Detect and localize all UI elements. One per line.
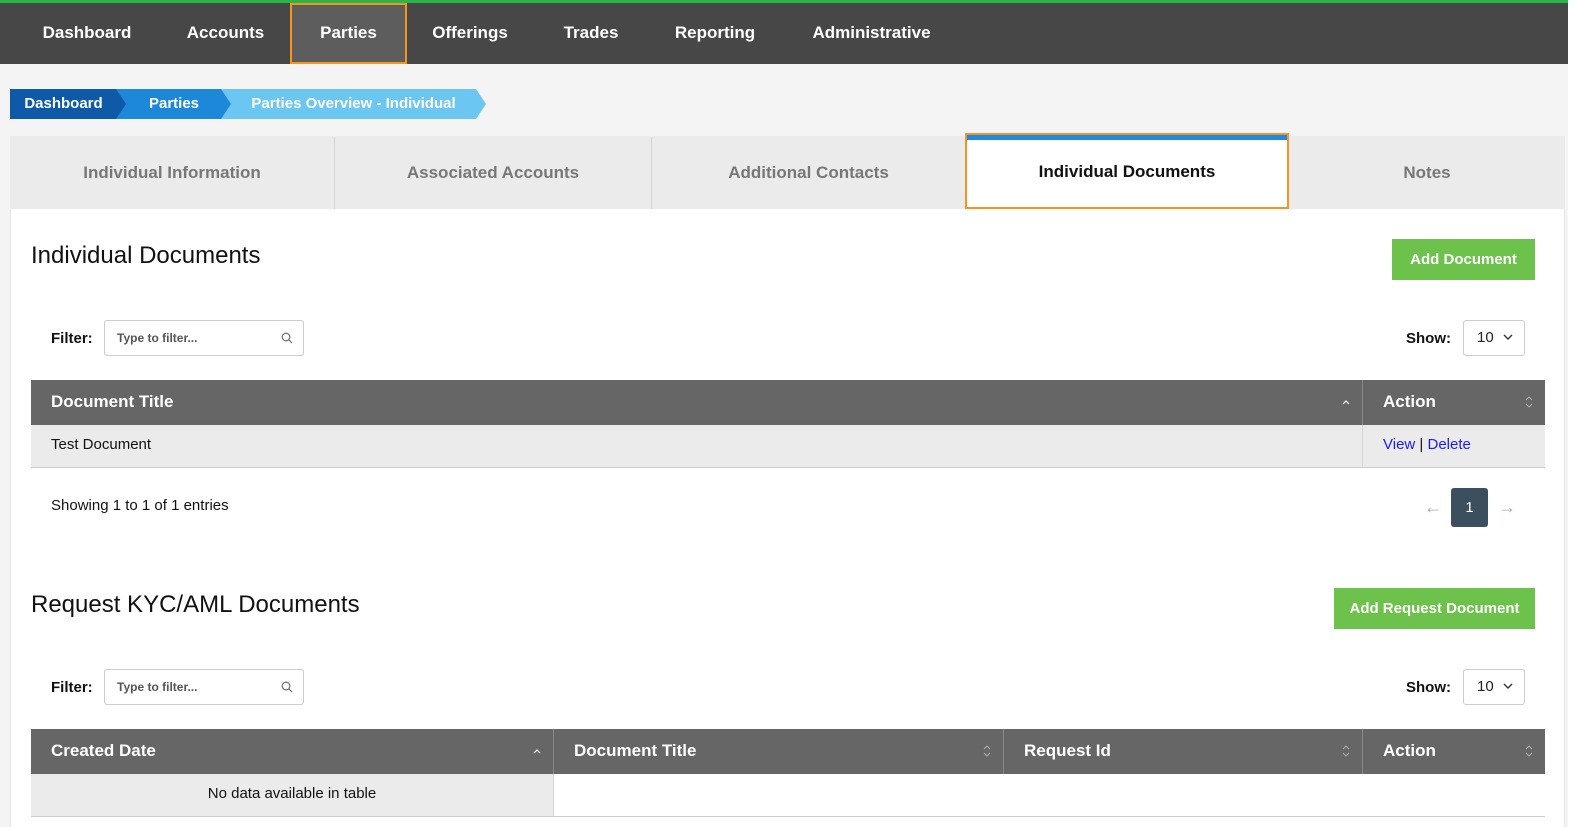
search-icon bbox=[281, 681, 293, 693]
page-size-value: 10 bbox=[1477, 329, 1494, 346]
page-size-value: 10 bbox=[1477, 678, 1494, 695]
column-created-date[interactable]: Created Date bbox=[31, 729, 554, 774]
documents-filter-input[interactable] bbox=[117, 329, 277, 347]
column-label: Document Title bbox=[574, 741, 697, 760]
section-title-kyc: Request KYC/AML Documents bbox=[31, 591, 360, 618]
previous-page-arrow[interactable]: ← bbox=[1424, 497, 1442, 518]
filter-label: Filter: bbox=[51, 330, 93, 347]
breadcrumb-label: Parties bbox=[148, 95, 200, 112]
nav-administrative[interactable]: Administrative bbox=[795, 3, 948, 64]
tab-notes[interactable]: Notes bbox=[1289, 137, 1565, 209]
nav-offerings[interactable]: Offerings bbox=[415, 3, 525, 64]
delete-link[interactable]: Delete bbox=[1428, 436, 1471, 453]
table-row: Test Document View | Delete bbox=[31, 425, 1545, 468]
next-page-arrow[interactable]: → bbox=[1498, 497, 1516, 518]
breadcrumb-parties[interactable]: Parties bbox=[116, 89, 232, 119]
documents-page-size-select[interactable]: 10 bbox=[1463, 320, 1525, 356]
sort-icon bbox=[983, 745, 991, 757]
column-action[interactable]: Action bbox=[1363, 729, 1545, 774]
search-icon bbox=[281, 332, 293, 344]
filter-label: Filter: bbox=[51, 679, 93, 696]
sort-asc-icon bbox=[533, 749, 541, 754]
column-request-id[interactable]: Request Id bbox=[1004, 729, 1363, 774]
column-document-title[interactable]: Document Title bbox=[554, 729, 1004, 774]
column-label: Created Date bbox=[51, 741, 156, 760]
documents-table-header: Document Title Action bbox=[31, 380, 1545, 425]
breadcrumb-dashboard[interactable]: Dashboard bbox=[10, 89, 127, 119]
nav-accounts[interactable]: Accounts bbox=[168, 3, 283, 64]
sort-icon bbox=[1525, 396, 1533, 408]
document-title-cell: Test Document bbox=[31, 425, 1363, 467]
filter-field bbox=[104, 320, 304, 356]
column-action[interactable]: Action bbox=[1363, 380, 1545, 425]
tab-associated-accounts[interactable]: Associated Accounts bbox=[335, 137, 652, 209]
action-cell: View | Delete bbox=[1363, 425, 1545, 467]
page-1-button[interactable]: 1 bbox=[1451, 488, 1488, 527]
view-link[interactable]: View bbox=[1383, 436, 1415, 453]
kyc-filter-input[interactable] bbox=[117, 678, 277, 696]
breadcrumb-label: Parties Overview - Individual bbox=[251, 95, 456, 112]
column-label: Action bbox=[1383, 741, 1436, 760]
breadcrumb-parties-overview[interactable]: Parties Overview - Individual bbox=[221, 89, 486, 119]
column-label: Request Id bbox=[1024, 741, 1111, 760]
kyc-page-size-select[interactable]: 10 bbox=[1463, 669, 1525, 705]
empty-table-message: No data available in table bbox=[31, 774, 554, 816]
tab-additional-contacts[interactable]: Additional Contacts bbox=[652, 137, 966, 209]
breadcrumb-label: Dashboard bbox=[24, 95, 103, 112]
nav-dashboard[interactable]: Dashboard bbox=[24, 3, 150, 64]
nav-reporting[interactable]: Reporting bbox=[658, 3, 772, 64]
sort-asc-icon bbox=[1342, 400, 1350, 405]
sort-icon bbox=[1525, 745, 1533, 757]
tab-individual-documents[interactable]: Individual Documents bbox=[965, 133, 1289, 209]
filter-field bbox=[104, 669, 304, 705]
show-label: Show: bbox=[1406, 679, 1451, 696]
tab-individual-information[interactable]: Individual Information bbox=[10, 137, 335, 209]
kyc-table-header: Created Date Document Title Request Id A… bbox=[31, 729, 1545, 774]
chevron-down-icon bbox=[1503, 683, 1513, 689]
sort-icon bbox=[1342, 745, 1350, 757]
chevron-down-icon bbox=[1503, 334, 1513, 340]
column-label: Document Title bbox=[51, 392, 174, 411]
page-edge bbox=[1568, 0, 1574, 827]
column-label: Action bbox=[1383, 392, 1436, 411]
nav-parties[interactable]: Parties bbox=[290, 3, 407, 64]
table-info: Showing 1 to 1 of 1 entries bbox=[51, 497, 229, 514]
add-document-button[interactable]: Add Document bbox=[1392, 239, 1535, 280]
action-separator: | bbox=[1419, 436, 1424, 453]
nav-trades[interactable]: Trades bbox=[545, 3, 637, 64]
show-label: Show: bbox=[1406, 330, 1451, 347]
section-title-documents: Individual Documents bbox=[31, 242, 261, 269]
column-document-title[interactable]: Document Title bbox=[31, 380, 1363, 425]
table-row: No data available in table bbox=[31, 774, 1545, 817]
add-request-document-button[interactable]: Add Request Document bbox=[1334, 588, 1535, 629]
top-navigation: Dashboard Accounts Parties Offerings Tra… bbox=[0, 0, 1568, 64]
